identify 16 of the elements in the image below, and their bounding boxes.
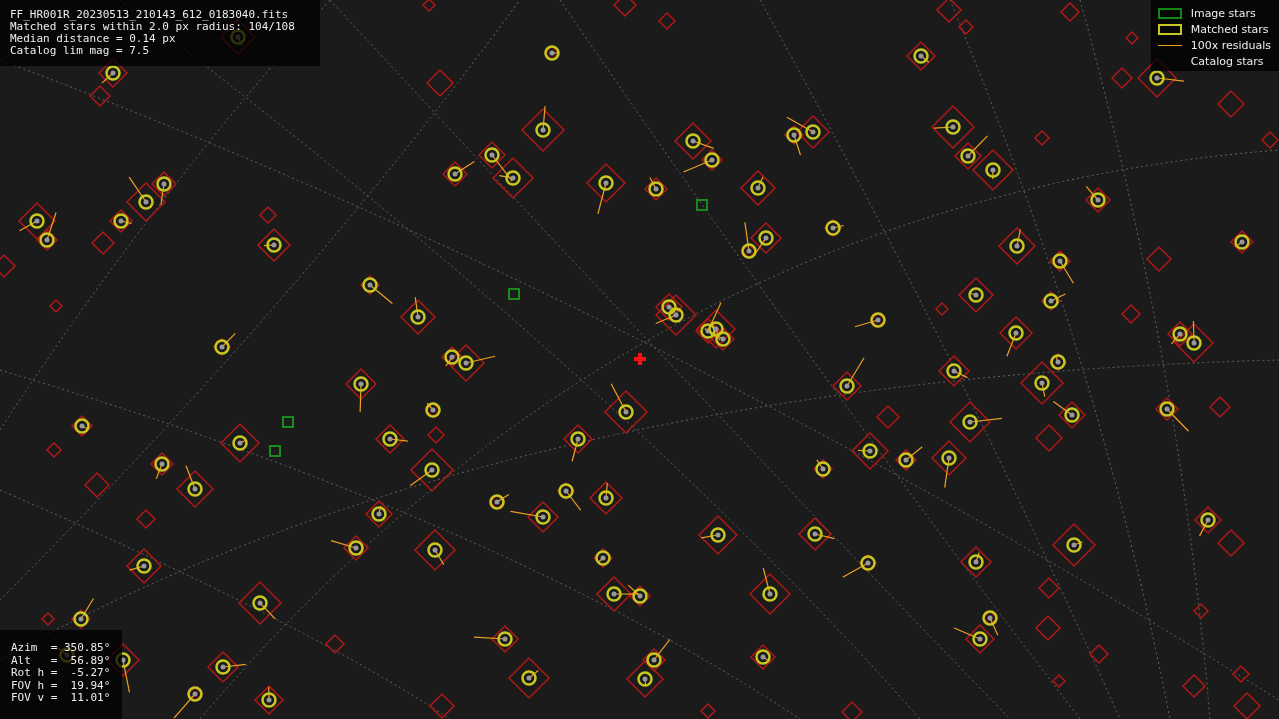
legend-label: Image stars [1190,7,1256,20]
pointing-text: FOV v = 11.01° [11,692,112,705]
legend-label: Matched stars [1190,23,1269,36]
info-text: FF_HR001R_20230513_210143_612_0183040.fits [10,9,290,21]
info-text: Catalog lim mag = 7.5 [10,45,151,57]
legend-label: Catalog stars [1190,55,1264,68]
pointing-text: Rot h = -5.27° [11,667,112,680]
pointing-text: Azim = 350.85° [11,642,112,655]
info-text: Matched stars within 2.0 px radius: 104/108 [10,21,296,33]
pointing-text: Alt = 56.89° [11,654,112,668]
legend-label: 100x residuals [1190,39,1271,52]
legend-line-icon [1157,45,1182,46]
pointing-text: FOV h = 19.94° [11,679,112,693]
info-text: Median distance = 0.14 px [10,33,177,45]
legend-swatch-icon [1157,8,1182,19]
legend-swatch-icon [1157,24,1182,35]
